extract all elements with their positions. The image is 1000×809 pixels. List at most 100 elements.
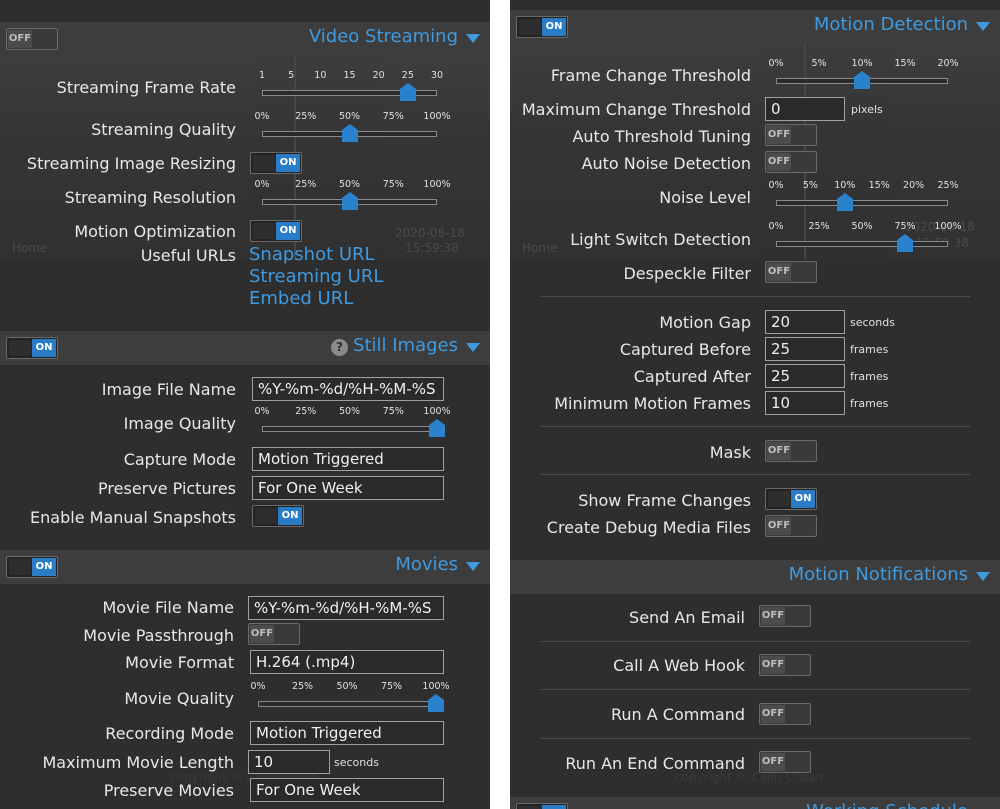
slider-tick-label: 10% [834,180,856,191]
show-frame-changes-toggle[interactable]: ON [765,488,817,510]
recording-mode-label: Recording Mode [105,724,234,743]
slider-handle[interactable] [341,192,358,210]
toggle-state: ON [32,558,56,576]
max-movie-length-input[interactable]: 10 [248,750,330,774]
slider-tick-label: 0% [250,681,266,692]
movie-format-label: Movie Format [125,653,234,672]
max-movie-length-label: Maximum Movie Length [42,753,234,772]
enable-manual-snapshots-toggle[interactable]: ON [252,505,304,527]
snapshot-url-link[interactable]: Snapshot URL [249,244,375,265]
slider-handle[interactable] [429,419,445,437]
movie-file-name-input[interactable]: %Y-%m-%d/%H-%M-%S [248,596,444,620]
noise-level-slider[interactable]: 0% 5% 10% 15% 20% 25% [768,180,959,214]
run-an-end-command-toggle[interactable]: OFF [759,751,811,773]
slider-handle[interactable] [399,83,416,101]
chevron-down-icon[interactable] [976,22,990,31]
slider-handle[interactable] [836,193,853,211]
motion-notifications-header[interactable]: Motion Notifications [510,560,1000,594]
working-schedule-header[interactable]: Working Schedule [510,797,1000,809]
slider-tick-label: 25% [295,111,317,122]
divider [540,426,970,427]
motion-detection-header[interactable]: ON Motion Detection [510,10,1000,44]
movie-format-select[interactable]: H.264 (.mp4) [250,650,444,674]
video-streaming-header[interactable]: OFF Video Streaming [0,22,490,56]
captured-after-label: Captured After [633,367,751,386]
still-images-enable-toggle[interactable]: ON [6,337,58,359]
run-a-command-toggle[interactable]: OFF [759,703,811,725]
slider-tick-label: 100% [934,221,962,232]
slider-handle[interactable] [341,124,358,142]
slider-tick-label: 30 [430,70,444,81]
streaming-resolution-slider[interactable]: 0% 25% 50% 75% 100% [254,179,451,213]
slider-track[interactable] [776,241,948,247]
streaming-url-link[interactable]: Streaming URL [249,266,383,287]
slider-track[interactable] [262,426,437,432]
movies-enable-toggle[interactable]: ON [6,556,58,578]
call-a-web-hook-toggle[interactable]: OFF [759,654,811,676]
slider-tick-label: 20% [903,180,925,191]
captured-before-input[interactable]: 25 [765,337,845,361]
slider-tick-label: 15% [868,180,890,191]
slider-tick-label: 0% [254,179,270,190]
captured-after-input[interactable]: 25 [765,364,845,388]
slider-handle[interactable] [428,694,444,712]
image-file-name-input[interactable]: %Y-%m-%d/%H-%M-%S [252,377,444,401]
preserve-pictures-select[interactable]: For One Week [252,476,444,500]
slider-tick-label: 0% [768,58,784,69]
streaming-frame-rate-slider[interactable]: 1 5 10 15 20 25 30 [259,70,443,104]
preserve-pictures-label: Preserve Pictures [98,479,236,498]
slider-tick-label: 75% [382,111,404,122]
slider-tick-label: 75% [382,406,404,417]
preview-camera-name: Home [522,241,558,255]
motion-detection-enable-toggle[interactable]: ON [516,16,568,38]
movie-quality-slider[interactable]: 0% 25% 50% 75% 100% [250,681,450,715]
divider [540,641,970,642]
movie-file-name-label: Movie File Name [102,598,235,617]
slider-handle[interactable] [897,234,913,252]
chevron-down-icon[interactable] [466,34,480,43]
working-schedule-enable-toggle[interactable] [516,803,568,809]
chevron-down-icon[interactable] [976,572,990,581]
max-change-threshold-input[interactable]: 0 [765,97,845,121]
noise-level-label: Noise Level [659,188,751,207]
recording-mode-select[interactable]: Motion Triggered [250,721,444,745]
mask-toggle[interactable]: OFF [765,440,817,462]
minimum-motion-frames-input[interactable]: 10 [765,391,845,415]
auto-noise-detection-toggle[interactable]: OFF [765,151,817,173]
chevron-down-icon[interactable] [466,343,480,352]
slider-tick-label: 0% [768,221,784,232]
send-an-email-toggle[interactable]: OFF [759,605,811,627]
streaming-quality-slider[interactable]: 0% 25% 50% 75% 100% [254,111,451,145]
toggle-state: OFF [250,625,274,643]
light-switch-detection-slider[interactable]: 0% 25% 50% 75% 100% [768,221,962,255]
slider-tick-labels: 0% 25% 50% 75% 100% [768,221,961,233]
preserve-movies-select[interactable]: For One Week [250,778,444,802]
slider-tick-label: 25% [808,221,830,232]
streaming-resolution-label: Streaming Resolution [64,188,236,207]
movies-header[interactable]: ON Movies [0,550,490,584]
movie-passthrough-toggle[interactable]: OFF [248,623,300,645]
slider-track[interactable] [258,701,436,707]
streaming-image-resizing-toggle[interactable]: ON [250,152,302,174]
slider-handle[interactable] [854,71,870,89]
preserve-movies-label: Preserve Movies [103,781,234,800]
motion-optimization-toggle[interactable]: ON [250,220,302,242]
motion-gap-input[interactable]: 20 [765,310,845,334]
help-icon[interactable]: ? [331,339,348,356]
still-images-header[interactable]: ON ? Still Images [0,331,490,365]
despeckle-filter-toggle[interactable]: OFF [765,261,817,283]
video-streaming-enable-toggle[interactable]: OFF [6,28,58,50]
slider-tick-label: 25% [295,406,317,417]
slider-tick-label: 5% [802,180,818,191]
toggle-state: OFF [761,753,785,771]
chevron-down-icon[interactable] [466,562,480,571]
frame-change-threshold-slider[interactable]: 0% 5% 10% 15% 20% [768,58,959,92]
mask-label: Mask [709,443,751,462]
capture-mode-select[interactable]: Motion Triggered [252,447,444,471]
create-debug-media-files-toggle[interactable]: OFF [765,515,817,537]
embed-url-link[interactable]: Embed URL [249,288,353,309]
slider-track[interactable] [776,200,948,206]
preview-date: 2020-08-18 [395,226,465,240]
image-quality-slider[interactable]: 0% 25% 50% 75% 100% [254,406,451,440]
auto-threshold-tuning-toggle[interactable]: OFF [765,124,817,146]
